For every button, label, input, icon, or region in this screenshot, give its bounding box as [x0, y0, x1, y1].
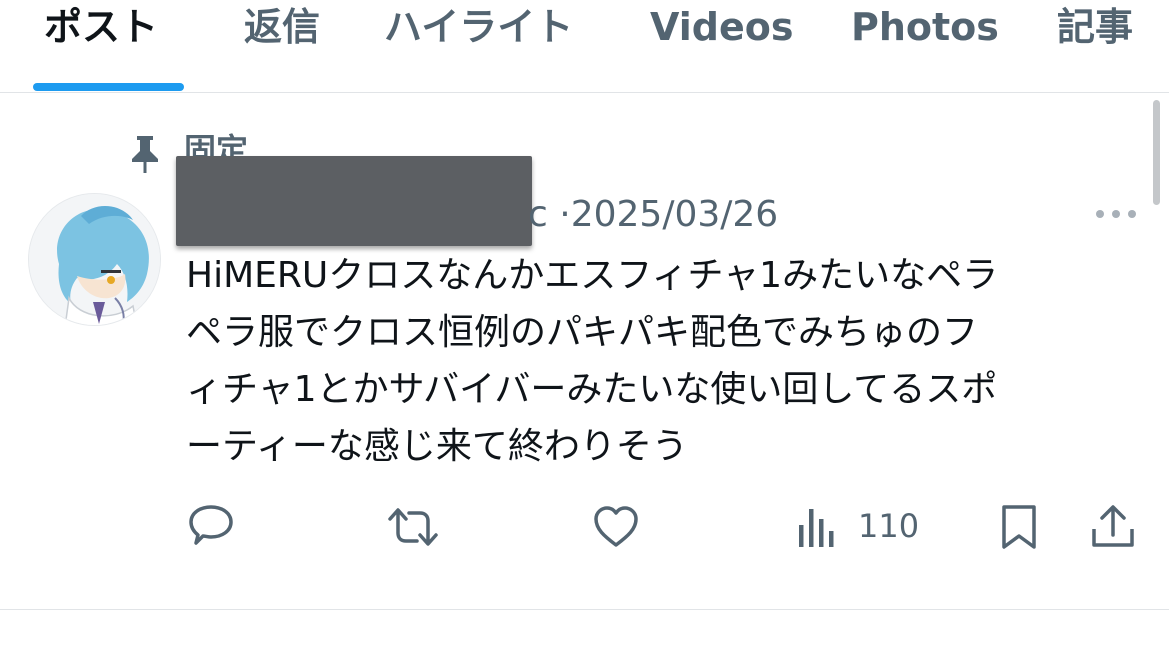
views-count: 110 [858, 507, 920, 545]
share-icon [1090, 503, 1136, 551]
profile-tab-bar: ポスト 返信 ハイライト Videos Photos 記事 [0, 0, 1169, 93]
views-icon [796, 503, 838, 551]
like-icon [592, 503, 640, 551]
tab-highlights[interactable]: ハイライト [384, 2, 573, 52]
tab-articles[interactable]: 記事 [1057, 2, 1133, 52]
redacted-username [176, 156, 532, 246]
tab-videos[interactable]: Videos [650, 2, 793, 52]
post-date[interactable]: 2025/03/26 [571, 194, 779, 235]
post-text: HiMERUクロスなんかエスフィチャ1みたいなペラ ペラ服でクロス恒例のパキパキ… [186, 247, 1146, 475]
active-tab-indicator [33, 83, 184, 91]
views-button[interactable] [796, 503, 838, 551]
reply-icon [186, 503, 236, 551]
handle-fragment[interactable]: c [528, 194, 548, 235]
post-divider [0, 609, 1169, 610]
post-text-line: ーティーな感じ来て終わりそう [186, 426, 688, 467]
scrollbar[interactable] [1153, 100, 1160, 205]
tab-photos[interactable]: Photos [851, 2, 999, 52]
tab-posts[interactable]: ポスト [44, 2, 158, 52]
avatar[interactable] [28, 193, 161, 326]
post-meta: c ·2025/03/26 [528, 192, 778, 238]
like-button[interactable] [592, 503, 640, 551]
post-text-line: ペラ服でクロス恒例のパキパキ配色でみちゅのフ [186, 312, 979, 353]
pin-icon [128, 134, 162, 174]
repost-button[interactable] [386, 503, 440, 551]
post-text-line: ィチャ1とかサバイバーみたいな使い回してるスポ [186, 369, 998, 410]
reply-button[interactable] [186, 503, 236, 551]
share-button[interactable] [1090, 503, 1136, 551]
more-icon[interactable] [1093, 206, 1139, 220]
meta-separator: · [559, 194, 571, 235]
bookmark-icon [999, 503, 1039, 551]
tab-replies[interactable]: 返信 [244, 2, 320, 52]
post-text-line: HiMERUクロスなんかエスフィチャ1みたいなペラ [186, 255, 999, 296]
repost-icon [386, 503, 440, 551]
bookmark-button[interactable] [999, 503, 1039, 551]
